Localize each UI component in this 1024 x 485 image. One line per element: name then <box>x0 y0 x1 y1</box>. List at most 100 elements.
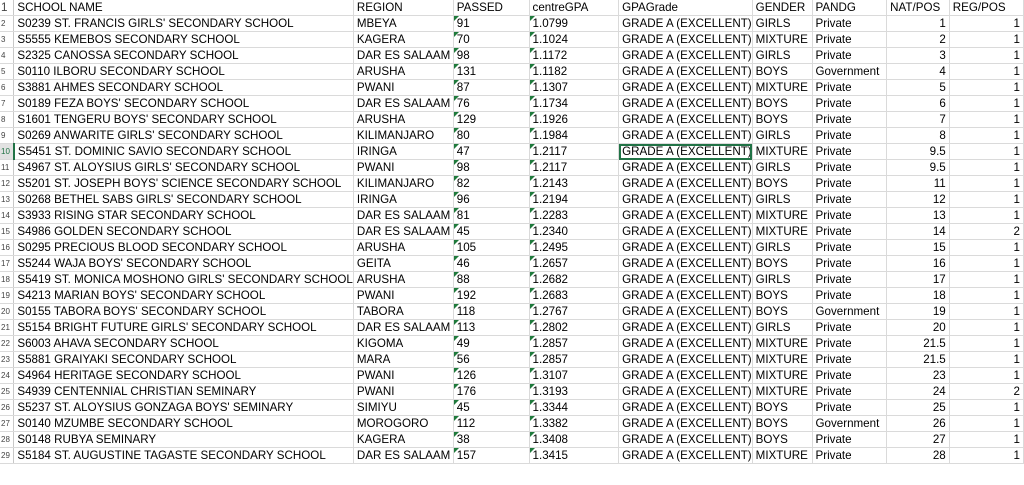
cell-gender[interactable]: BOYS <box>752 63 813 81</box>
cell-school-name[interactable]: S4964 HERITAGE SECONDARY SCHOOL <box>13 367 354 385</box>
cell-region[interactable]: ARUSHA <box>353 271 454 289</box>
cell-gender[interactable]: MIXTURE <box>752 367 813 385</box>
cell-school-name[interactable]: S1601 TENGERU BOYS' SECONDARY SCHOOL <box>13 111 354 129</box>
row-number[interactable]: 26 <box>0 399 15 417</box>
cell-passed[interactable]: 112 <box>453 415 530 433</box>
cell-region[interactable]: ARUSHA <box>353 63 454 81</box>
cell-centre-gpa[interactable]: 1.1926 <box>529 111 620 129</box>
cell-gpa-grade[interactable]: GRADE A (EXCELLENT) <box>618 127 753 145</box>
cell-centre-gpa[interactable]: 1.2340 <box>529 223 620 241</box>
header-cell-pandg[interactable]: PANDG <box>812 0 888 17</box>
cell-gpa-grade[interactable]: GRADE A (EXCELLENT) <box>618 271 753 289</box>
row-number[interactable]: 16 <box>0 239 15 257</box>
cell-pandg[interactable]: Government <box>812 63 888 81</box>
cell-passed[interactable]: 70 <box>453 31 530 49</box>
cell-pandg[interactable]: Private <box>812 447 888 465</box>
cell-reg-pos[interactable]: 1 <box>949 63 1024 81</box>
cell-gender[interactable]: GIRLS <box>752 159 813 177</box>
cell-school-name[interactable]: S5244 WAJA BOYS' SECONDARY SCHOOL <box>13 255 354 273</box>
cell-reg-pos[interactable]: 1 <box>949 111 1024 129</box>
cell-pandg[interactable]: Private <box>812 15 888 33</box>
cell-nat-pos[interactable]: 8 <box>886 127 950 145</box>
cell-pandg[interactable]: Private <box>812 191 888 209</box>
cell-pandg[interactable]: Private <box>812 159 888 177</box>
cell-gender[interactable]: BOYS <box>752 415 813 433</box>
cell-reg-pos[interactable]: 1 <box>949 367 1024 385</box>
cell-reg-pos[interactable]: 1 <box>949 415 1024 433</box>
row-number[interactable]: 5 <box>0 63 15 81</box>
cell-pandg[interactable]: Private <box>812 175 888 193</box>
cell-school-name[interactable]: S0155 TABORA BOYS' SECONDARY SCHOOL <box>13 303 354 321</box>
header-cell-reg-pos[interactable]: REG/POS <box>949 0 1024 17</box>
cell-gpa-grade[interactable]: GRADE A (EXCELLENT) <box>618 303 753 321</box>
cell-passed[interactable]: 47 <box>453 143 530 161</box>
cell-gender[interactable]: BOYS <box>752 431 813 449</box>
cell-region[interactable]: IRINGA <box>353 191 454 209</box>
cell-gpa-grade[interactable]: GRADE A (EXCELLENT) <box>618 191 753 209</box>
cell-region[interactable]: PWANI <box>353 287 454 305</box>
cell-school-name[interactable]: S6003 AHAVA SECONDARY SCHOOL <box>13 335 354 353</box>
cell-passed[interactable]: 98 <box>453 159 530 177</box>
cell-school-name[interactable]: S5201 ST. JOSEPH BOYS' SCIENCE SECONDARY… <box>13 175 354 193</box>
cell-region[interactable]: KIGOMA <box>353 335 454 353</box>
cell-region[interactable]: MOROGORO <box>353 415 454 433</box>
cell-reg-pos[interactable]: 1 <box>949 447 1024 465</box>
cell-gender[interactable]: MIXTURE <box>752 383 813 401</box>
cell-centre-gpa[interactable]: 1.1172 <box>529 47 620 65</box>
cell-pandg[interactable]: Private <box>812 223 888 241</box>
cell-school-name[interactable]: S3881 AHMES SECONDARY SCHOOL <box>13 79 354 97</box>
cell-pandg[interactable]: Private <box>812 319 888 337</box>
cell-nat-pos[interactable]: 1 <box>886 15 950 33</box>
row-number[interactable]: 10 <box>0 143 15 161</box>
cell-centre-gpa[interactable]: 1.2682 <box>529 271 620 289</box>
cell-school-name[interactable]: S3933 RISING STAR SECONDARY SCHOOL <box>13 207 354 225</box>
cell-centre-gpa[interactable]: 1.2857 <box>529 335 620 353</box>
cell-reg-pos[interactable]: 1 <box>949 95 1024 113</box>
cell-reg-pos[interactable]: 1 <box>949 159 1024 177</box>
cell-reg-pos[interactable]: 1 <box>949 431 1024 449</box>
cell-school-name[interactable]: S5555 KEMEBOS SECONDARY SCHOOL <box>13 31 354 49</box>
cell-centre-gpa[interactable]: 1.2767 <box>529 303 620 321</box>
cell-pandg[interactable]: Government <box>812 415 888 433</box>
cell-school-name[interactable]: S0295 PRECIOUS BLOOD SECONDARY SCHOOL <box>13 239 354 257</box>
row-number[interactable]: 21 <box>0 319 15 337</box>
cell-pandg[interactable]: Private <box>812 143 888 161</box>
cell-centre-gpa[interactable]: 1.1734 <box>529 95 620 113</box>
cell-reg-pos[interactable]: 1 <box>949 207 1024 225</box>
cell-pandg[interactable]: Private <box>812 367 888 385</box>
cell-region[interactable]: DAR ES SALAAM <box>353 447 454 465</box>
row-number[interactable]: 2 <box>0 15 15 33</box>
cell-gpa-grade[interactable]: GRADE A (EXCELLENT) <box>618 159 753 177</box>
cell-region[interactable]: DAR ES SALAAM <box>353 207 454 225</box>
row-number[interactable]: 27 <box>0 415 15 433</box>
cell-nat-pos[interactable]: 11 <box>886 175 950 193</box>
cell-region[interactable]: DAR ES SALAAM <box>353 47 454 65</box>
row-number[interactable]: 6 <box>0 79 15 97</box>
row-number[interactable]: 11 <box>0 159 15 177</box>
cell-school-name[interactable]: S4986 GOLDEN SECONDARY SCHOOL <box>13 223 354 241</box>
cell-region[interactable]: DAR ES SALAAM <box>353 95 454 113</box>
cell-gender[interactable]: GIRLS <box>752 271 813 289</box>
cell-passed[interactable]: 105 <box>453 239 530 257</box>
cell-gpa-grade[interactable]: GRADE A (EXCELLENT) <box>618 335 753 353</box>
cell-gpa-grade[interactable]: GRADE A (EXCELLENT) <box>618 431 753 449</box>
cell-gpa-grade[interactable]: GRADE A (EXCELLENT) <box>618 143 753 161</box>
cell-nat-pos[interactable]: 21.5 <box>886 351 950 369</box>
spreadsheet-grid[interactable]: 1 SCHOOL NAME REGION PASSED centreGPA GP… <box>0 0 1024 485</box>
cell-gpa-grade[interactable]: GRADE A (EXCELLENT) <box>618 351 753 369</box>
cell-passed[interactable]: 56 <box>453 351 530 369</box>
cell-centre-gpa[interactable]: 1.3415 <box>529 447 620 465</box>
cell-reg-pos[interactable]: 1 <box>949 271 1024 289</box>
cell-region[interactable]: ARUSHA <box>353 239 454 257</box>
cell-nat-pos[interactable]: 28 <box>886 447 950 465</box>
cell-region[interactable]: ARUSHA <box>353 111 454 129</box>
cell-passed[interactable]: 126 <box>453 367 530 385</box>
cell-reg-pos[interactable]: 1 <box>949 31 1024 49</box>
row-number[interactable]: 1 <box>0 0 15 17</box>
cell-pandg[interactable]: Private <box>812 95 888 113</box>
row-number[interactable]: 7 <box>0 95 15 113</box>
cell-gpa-grade[interactable]: GRADE A (EXCELLENT) <box>618 15 753 33</box>
cell-nat-pos[interactable]: 17 <box>886 271 950 289</box>
cell-reg-pos[interactable]: 1 <box>949 175 1024 193</box>
cell-region[interactable]: MARA <box>353 351 454 369</box>
